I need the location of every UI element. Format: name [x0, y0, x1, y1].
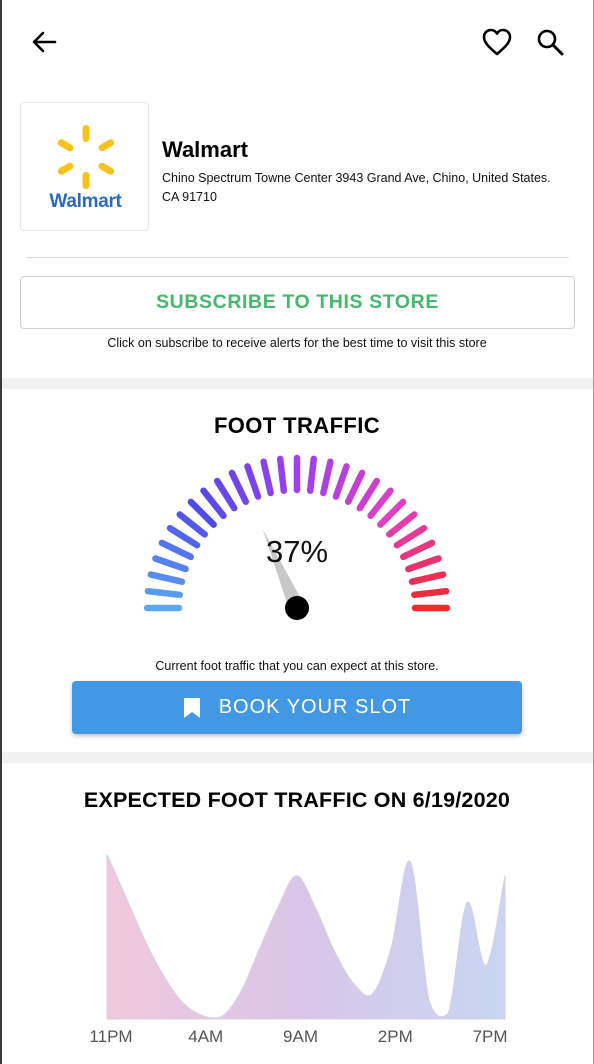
x-tick-label: 11PM [89, 1027, 133, 1046]
foot-traffic-title: FOOT TRAFFIC [213, 413, 381, 438]
gauge-tick [411, 587, 450, 599]
gauge-tick [144, 587, 183, 599]
traffic-point-7PM [485, 964, 487, 966]
search-icon [537, 29, 564, 56]
x-tick-label: 9AM [283, 1027, 318, 1046]
walmart-spark-icon [57, 125, 115, 189]
traffic-point-7AM [258, 950, 260, 952]
gauge-tick [344, 469, 366, 505]
traffic-point-9AM [296, 875, 298, 877]
gauge-caption: Current foot traffic that you can expect… [155, 659, 439, 673]
traffic-point-3PM [409, 861, 411, 863]
gauge-tick [408, 571, 447, 585]
subscribe-button[interactable]: SUBSCRIBE TO THIS STORE [20, 276, 575, 329]
top-bar [0, 0, 594, 84]
divider [26, 257, 569, 258]
gauge-tick [152, 555, 189, 573]
traffic-point-3AM [182, 1002, 184, 1004]
traffic-point-2AM [163, 975, 165, 977]
gauge-tick [377, 498, 407, 528]
gauge-tick [393, 524, 428, 549]
traffic-point-5AM [220, 1016, 222, 1018]
gauge-tick [367, 487, 394, 519]
gauge-tick [200, 487, 227, 519]
traffic-area [106, 854, 506, 1020]
store-name: Walmart [162, 137, 248, 162]
section-separator [2, 378, 593, 389]
gauge-tick [166, 524, 201, 549]
gauge-hub [285, 596, 309, 620]
search-button[interactable] [530, 22, 570, 62]
traffic-point-4PM [428, 1000, 430, 1002]
traffic-point-12PM [352, 982, 354, 984]
traffic-point-1PM [371, 993, 373, 995]
gauge-tick [386, 511, 418, 538]
traffic-point-8AM [277, 907, 279, 909]
traffic-point-8PM [504, 875, 506, 877]
gauge-tick [332, 463, 350, 500]
gauge-tick [306, 455, 318, 494]
logo-wordmark: Walmart [49, 191, 122, 212]
gauge-tick [228, 469, 250, 505]
gauge-value: 37% [265, 534, 329, 569]
traffic-point-5PM [447, 1013, 449, 1015]
gauge-tick [320, 458, 334, 497]
gauge-tick [276, 455, 288, 494]
subscribe-hint: Click on subscribe to receive alerts for… [107, 336, 487, 350]
favorite-button[interactable] [477, 22, 517, 62]
gauge-tick [356, 477, 381, 512]
arrow-left-icon [32, 31, 57, 53]
book-slot-button[interactable]: BOOK YOUR SLOT [72, 681, 522, 734]
heart-outline-icon [482, 28, 512, 56]
expected-traffic-chart [106, 853, 506, 1020]
gauge-tick [260, 458, 274, 497]
gauge-tick [244, 463, 262, 500]
gauge-tick [147, 571, 186, 585]
traffic-point-11PM [106, 853, 108, 855]
gauge-tick [405, 555, 442, 573]
x-tick-label: 4AM [188, 1027, 224, 1046]
traffic-point-10AM [315, 907, 317, 909]
book-slot-label: BOOK YOUR SLOT [218, 696, 412, 718]
x-tick-label: 2PM [377, 1027, 413, 1046]
store-address: Chino Spectrum Towne Center 3943 Grand A… [162, 171, 551, 204]
back-button[interactable] [24, 22, 64, 62]
gauge-tick [400, 539, 436, 561]
traffic-point-12AM [125, 896, 127, 898]
traffic-point-1AM [144, 939, 146, 941]
gauge-tick [176, 511, 208, 538]
gauge-tick [187, 498, 217, 528]
gauge-tick [213, 477, 238, 512]
traffic-point-2PM [390, 946, 392, 948]
x-tick-label: 7PM [472, 1027, 508, 1046]
bookmark-icon [183, 697, 201, 719]
expected-traffic-title: EXPECTED FOOT TRAFFIC ON 6/19/2020 [83, 788, 511, 812]
traffic-point-11AM [333, 950, 335, 952]
traffic-point-6AM [239, 993, 241, 995]
store-logo: Walmart [20, 102, 149, 231]
gauge-tick [158, 539, 194, 561]
traffic-point-4AM [201, 1014, 203, 1016]
traffic-point-6PM [466, 902, 468, 904]
section-separator [2, 752, 593, 763]
